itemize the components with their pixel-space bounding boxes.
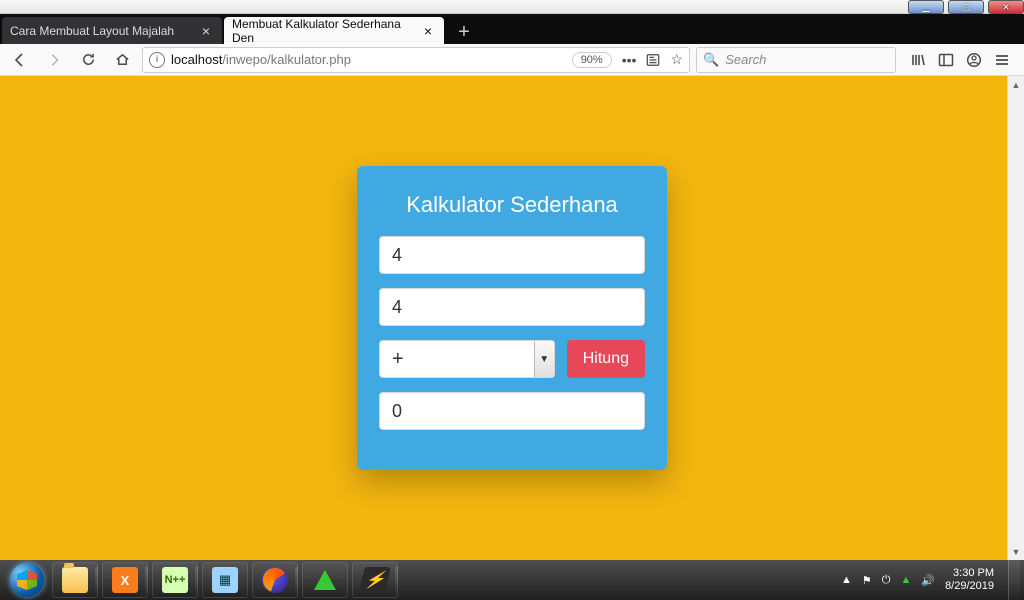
winamp-icon: ⚡ — [359, 567, 391, 593]
forward-button[interactable] — [40, 46, 68, 74]
back-button[interactable] — [6, 46, 34, 74]
clock-date: 8/29/2019 — [945, 580, 994, 593]
navigation-toolbar: i localhost/inwepo/kalkulator.php 90% ••… — [0, 44, 1024, 76]
url-action-icons: ••• ☆ — [622, 51, 683, 68]
page-viewport: Kalkulator Sederhana 4 4 + ▼ Hitung 0 — [0, 76, 1024, 560]
vertical-scrollbar[interactable]: ▲ ▼ — [1007, 76, 1024, 560]
calculate-button[interactable]: Hitung — [567, 340, 645, 378]
result-output[interactable]: 0 — [379, 392, 645, 430]
operand2-input[interactable]: 4 — [379, 288, 645, 326]
reader-icon[interactable] — [646, 53, 660, 67]
calculator-icon: ▦ — [212, 567, 238, 593]
tray-network-icon[interactable]: ▲ — [900, 574, 911, 586]
download-icon — [314, 570, 336, 590]
home-icon — [115, 52, 130, 67]
tab-close-button[interactable]: × — [198, 23, 214, 39]
close-icon: ✕ — [1002, 2, 1010, 13]
window-control-buttons: ▁ ▢ ✕ — [904, 0, 1024, 14]
tray-volume-icon[interactable]: 🔊 — [921, 574, 935, 587]
taskbar-xampp[interactable]: X — [102, 562, 148, 598]
minimize-icon: ▁ — [923, 2, 930, 13]
content-viewport: Kalkulator Sederhana 4 4 + ▼ Hitung 0 ▲ — [0, 76, 1024, 560]
site-info-icon[interactable]: i — [149, 52, 165, 68]
maximize-icon: ▢ — [962, 2, 971, 13]
window-close-button[interactable]: ✕ — [988, 0, 1024, 14]
search-box[interactable]: 🔍 Search — [696, 47, 896, 73]
scroll-down-button[interactable]: ▼ — [1008, 543, 1024, 560]
windows-taskbar: X N++ ▦ ⚡ ▲ ⚑ ⏻ ▲ 🔊 3:30 PM 8/29/2019 — [0, 560, 1024, 600]
operator-row: + ▼ Hitung — [379, 340, 645, 378]
tab-title: Membuat Kalkulator Sederhana Den — [232, 17, 420, 45]
url-host: localhost — [171, 52, 222, 67]
window-maximize-button[interactable]: ▢ — [948, 0, 984, 14]
tab-kalkulator[interactable]: Membuat Kalkulator Sederhana Den × — [224, 17, 444, 44]
url-path: /inwepo/kalkulator.php — [222, 52, 351, 67]
home-button[interactable] — [108, 46, 136, 74]
taskbar-calculator[interactable]: ▦ — [202, 562, 248, 598]
tab-strip: Cara Membuat Layout Majalah × Membuat Ka… — [0, 14, 1024, 44]
notepadpp-icon: N++ — [162, 567, 188, 593]
window-minimize-button[interactable]: ▁ — [908, 0, 944, 14]
zoom-indicator[interactable]: 90% — [572, 52, 612, 68]
chevron-down-icon: ▼ — [539, 354, 549, 365]
arrow-left-icon — [12, 52, 28, 68]
tray-overflow-button[interactable]: ▲ — [841, 574, 852, 586]
library-icon[interactable] — [910, 52, 926, 68]
xampp-icon: X — [112, 567, 138, 593]
operand1-input[interactable]: 4 — [379, 236, 645, 274]
browser-window: ▁ ▢ ✕ Cara Membuat Layout Majalah × Memb… — [0, 0, 1024, 560]
menu-icon[interactable] — [994, 52, 1010, 68]
select-dropdown-button[interactable]: ▼ — [534, 341, 554, 377]
show-desktop-button[interactable] — [1008, 560, 1020, 600]
bookmark-star-icon[interactable]: ☆ — [670, 51, 683, 68]
calculator-card: Kalkulator Sederhana 4 4 + ▼ Hitung 0 — [357, 166, 667, 470]
taskbar-notepadpp[interactable]: N++ — [152, 562, 198, 598]
page-actions-icon[interactable]: ••• — [622, 52, 637, 68]
operator-select[interactable]: + ▼ — [379, 340, 555, 378]
taskbar-clock[interactable]: 3:30 PM 8/29/2019 — [945, 567, 1000, 593]
operator-selected-value: + — [380, 348, 534, 371]
taskbar-winamp[interactable]: ⚡ — [352, 562, 398, 598]
system-tray: ▲ ⚑ ⏻ ▲ 🔊 3:30 PM 8/29/2019 — [833, 567, 1008, 593]
search-icon: 🔍 — [703, 52, 719, 68]
reload-button[interactable] — [74, 46, 102, 74]
window-titlebar[interactable] — [0, 0, 1024, 14]
taskbar-firefox[interactable] — [252, 562, 298, 598]
tray-power-icon[interactable]: ⏻ — [882, 574, 891, 587]
url-bar[interactable]: i localhost/inwepo/kalkulator.php 90% ••… — [142, 47, 690, 73]
tab-close-button[interactable]: × — [420, 23, 436, 39]
sidebar-icon[interactable] — [938, 52, 954, 68]
search-placeholder: Search — [725, 52, 766, 67]
tab-layout-majalah[interactable]: Cara Membuat Layout Majalah × — [2, 17, 222, 44]
start-button[interactable] — [4, 562, 50, 598]
account-icon[interactable] — [966, 52, 982, 68]
clock-time: 3:30 PM — [945, 567, 994, 580]
folder-icon — [62, 567, 88, 593]
tray-action-center-icon[interactable]: ⚑ — [862, 574, 872, 587]
tab-title: Cara Membuat Layout Majalah — [10, 24, 174, 38]
scroll-up-button[interactable]: ▲ — [1008, 76, 1024, 93]
page-body: Kalkulator Sederhana 4 4 + ▼ Hitung 0 — [0, 76, 1024, 560]
taskbar-downloads[interactable] — [302, 562, 348, 598]
arrow-right-icon — [47, 53, 61, 67]
new-tab-button[interactable]: + — [450, 20, 478, 44]
toolbar-right-icons — [910, 52, 1010, 68]
plus-icon: + — [458, 21, 470, 44]
calculator-heading: Kalkulator Sederhana — [379, 192, 645, 218]
firefox-icon — [262, 567, 288, 593]
reload-icon — [81, 52, 96, 67]
taskbar-explorer[interactable] — [52, 562, 98, 598]
windows-orb-icon — [10, 563, 44, 597]
